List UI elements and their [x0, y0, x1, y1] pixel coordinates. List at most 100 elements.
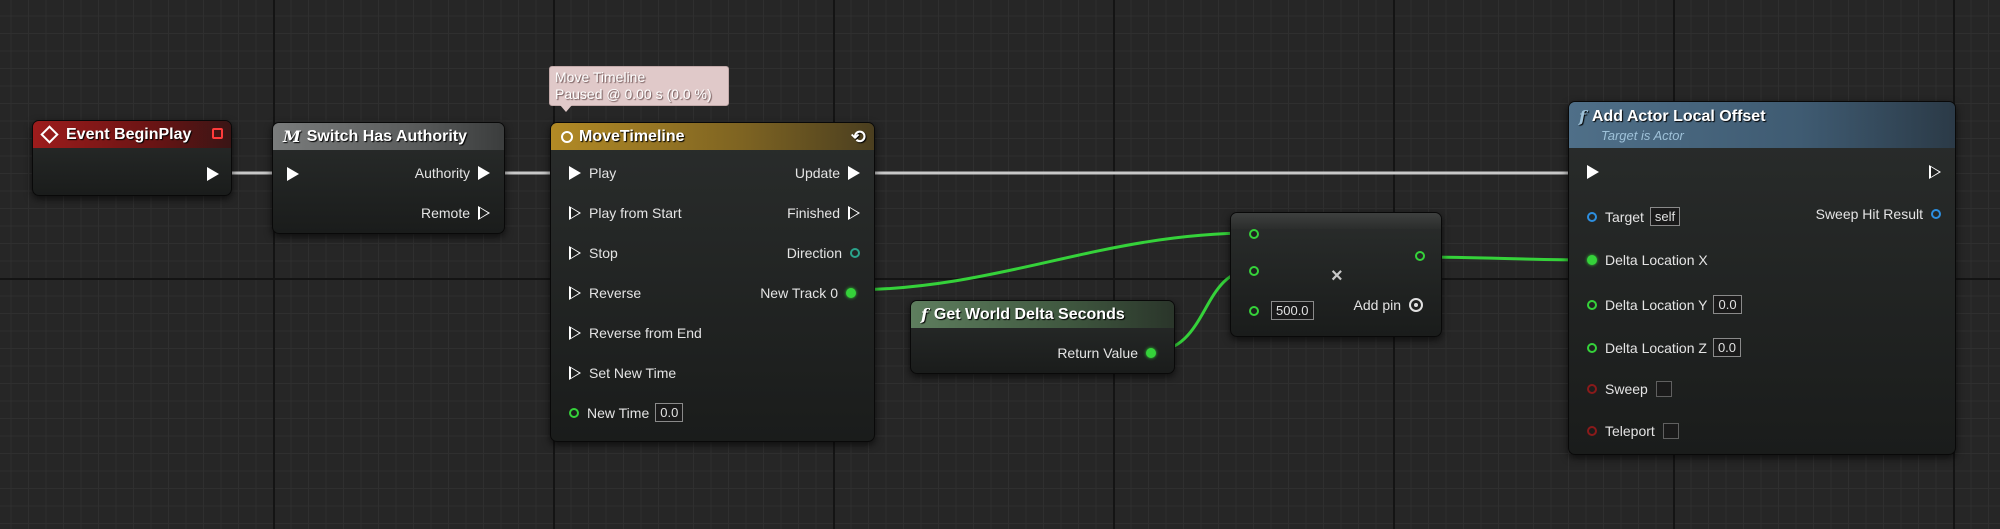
- add-pin-button[interactable]: Add pin: [1354, 297, 1423, 313]
- function-icon: f: [921, 305, 928, 324]
- clock-icon: [561, 130, 573, 143]
- reverse-exec-in-pin[interactable]: Reverse: [569, 285, 641, 301]
- return-value-label: Return Value: [1057, 345, 1138, 361]
- finished-exec-out-pin[interactable]: Finished: [787, 205, 860, 221]
- delta-y-label: Delta Location Y: [1605, 296, 1708, 313]
- bool-pin-icon: [1587, 384, 1597, 394]
- sweep-hit-result-out-pin[interactable]: Sweep Hit Result: [1816, 206, 1941, 222]
- exec-out-hollow-icon: [848, 206, 860, 220]
- set-new-time-exec-in-pin[interactable]: Set New Time: [569, 365, 676, 381]
- bool-pin-icon: [1587, 426, 1597, 436]
- new-track-label: New Track 0: [760, 285, 838, 301]
- macro-icon: M: [283, 127, 301, 146]
- remote-label: Remote: [420, 205, 470, 221]
- add-offset-header[interactable]: f Add Actor Local Offset Target is Actor: [1569, 102, 1955, 148]
- float-pin-icon: [1587, 342, 1597, 353]
- float-pin-icon: [569, 407, 579, 418]
- event-beginplay-node[interactable]: Event BeginPlay: [32, 120, 232, 196]
- teleport-in-pin[interactable]: Teleport: [1587, 423, 1679, 439]
- get-world-delta-seconds-node[interactable]: f Get World Delta Seconds Return Value: [910, 300, 1175, 374]
- multiply-input-b-pin[interactable]: [1249, 266, 1259, 276]
- target-in-pin[interactable]: Target self: [1587, 207, 1681, 226]
- beginplay-exec-out-pin[interactable]: [207, 167, 219, 181]
- add-offset-exec-out-pin[interactable]: [1929, 165, 1941, 179]
- teleport-checkbox[interactable]: [1662, 423, 1679, 439]
- sweep-in-pin[interactable]: Sweep: [1587, 381, 1672, 397]
- delta-seconds-header[interactable]: f Get World Delta Seconds: [911, 301, 1174, 328]
- exec-out-icon: [848, 166, 860, 180]
- multiply-operator-icon: ×: [1331, 265, 1343, 287]
- exec-out-icon: [207, 167, 219, 181]
- play-from-start-label: Play from Start: [589, 205, 682, 221]
- add-actor-local-offset-node[interactable]: f Add Actor Local Offset Target is Actor…: [1568, 101, 1956, 455]
- delta-z-value-field[interactable]: 0.0: [1712, 338, 1742, 357]
- multiply-node[interactable]: 500.0 × Add pin: [1230, 212, 1442, 337]
- float-pin-icon: [1249, 266, 1259, 276]
- multiply-operand-field[interactable]: 500.0: [1271, 301, 1314, 320]
- exec-in-icon: [287, 167, 299, 181]
- switch-exec-in-pin[interactable]: [287, 167, 299, 181]
- switch-has-authority-node[interactable]: M Switch Has Authority Authority Remote: [272, 122, 505, 234]
- multiply-header[interactable]: [1231, 213, 1441, 229]
- function-icon: f: [1579, 107, 1586, 126]
- update-label: Update: [794, 165, 840, 181]
- float-wire-track-to-multiply[interactable]: [847, 231, 1254, 292]
- exec-in-hollow-icon: [569, 246, 581, 260]
- add-offset-subtitle: Target is Actor: [1601, 128, 1684, 143]
- float-pin-icon: [1415, 251, 1425, 261]
- delta-location-x-in-pin[interactable]: Delta Location X: [1587, 252, 1708, 268]
- reverse-from-end-label: Reverse from End: [589, 325, 702, 341]
- delta-z-label: Delta Location Z: [1605, 339, 1707, 356]
- direction-out-pin[interactable]: Direction: [787, 245, 860, 261]
- delta-y-value-field[interactable]: 0.0: [1713, 295, 1742, 314]
- switch-authority-header[interactable]: M Switch Has Authority: [273, 123, 504, 150]
- stop-exec-in-pin[interactable]: Stop: [569, 245, 618, 261]
- return-value-out-pin[interactable]: Return Value: [1057, 345, 1156, 361]
- object-pin-icon: [1587, 211, 1597, 222]
- exec-in-icon: [569, 166, 581, 180]
- target-label: Target: [1605, 208, 1644, 225]
- float-pin-icon: [1249, 229, 1259, 239]
- add-offset-exec-in-pin[interactable]: [1587, 165, 1599, 179]
- event-diamond-icon: [40, 125, 59, 144]
- float-pin-icon: [846, 288, 856, 298]
- set-new-time-label: Set New Time: [589, 365, 677, 381]
- timeline-header[interactable]: MoveTimeline ⟲: [551, 123, 874, 150]
- switch-authority-title: Switch Has Authority: [306, 127, 468, 145]
- target-value-field[interactable]: self: [1649, 207, 1681, 226]
- sweep-checkbox[interactable]: [1655, 381, 1672, 397]
- exec-in-icon: [1587, 165, 1599, 179]
- direction-label: Direction: [786, 245, 842, 261]
- delta-x-label: Delta Location X: [1605, 252, 1708, 268]
- play-exec-in-pin[interactable]: Play: [569, 165, 616, 181]
- struct-pin-icon: [1931, 209, 1941, 219]
- tooltip-title: Move Timeline: [555, 69, 646, 85]
- new-time-value-field[interactable]: 0.0: [655, 403, 684, 422]
- play-label: Play: [589, 165, 617, 181]
- authority-exec-out-pin[interactable]: Authority: [415, 165, 490, 181]
- stop-square-icon: [212, 128, 223, 139]
- exec-out-icon: [478, 166, 490, 180]
- update-exec-out-pin[interactable]: Update: [795, 165, 860, 181]
- play-from-start-exec-in-pin[interactable]: Play from Start: [569, 205, 682, 221]
- authority-label: Authority: [414, 165, 470, 181]
- event-beginplay-title: Event BeginPlay: [66, 125, 192, 143]
- event-beginplay-header[interactable]: Event BeginPlay: [33, 121, 231, 148]
- new-track-float-out-pin[interactable]: New Track 0: [760, 285, 856, 301]
- float-pin-icon: [1587, 255, 1597, 265]
- float-wire-multiply-to-deltax[interactable]: [1419, 255, 1593, 262]
- delta-location-y-in-pin[interactable]: Delta Location Y 0.0: [1587, 295, 1742, 314]
- move-timeline-node[interactable]: MoveTimeline ⟲ Play Play from Start Stop…: [550, 122, 875, 442]
- remote-exec-out-pin[interactable]: Remote: [421, 205, 490, 221]
- exec-in-hollow-icon: [569, 206, 581, 220]
- exec-out-hollow-icon: [1929, 165, 1941, 179]
- new-time-float-in-pin[interactable]: New Time 0.0: [569, 403, 684, 422]
- multiply-input-c-pin[interactable]: 500.0: [1249, 301, 1314, 320]
- enum-pin-icon: [850, 248, 860, 258]
- multiply-output-pin[interactable]: [1415, 251, 1425, 261]
- multiply-input-a-pin[interactable]: [1249, 229, 1259, 239]
- add-pin-icon: [1409, 298, 1423, 312]
- timeline-title: MoveTimeline: [579, 127, 685, 145]
- delta-location-z-in-pin[interactable]: Delta Location Z 0.0: [1587, 338, 1742, 357]
- reverse-from-end-exec-in-pin[interactable]: Reverse from End: [569, 325, 702, 341]
